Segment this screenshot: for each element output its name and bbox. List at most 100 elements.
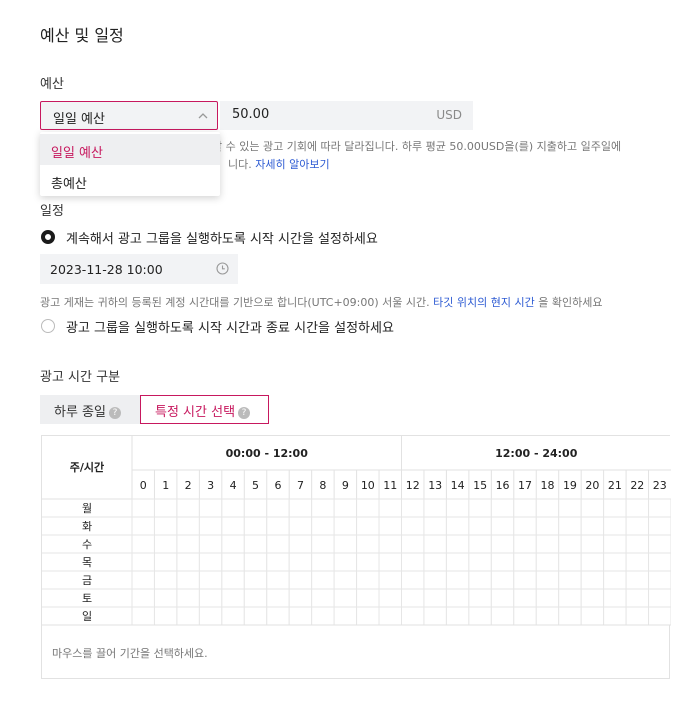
time-slot-cell[interactable] bbox=[445, 534, 470, 554]
time-slot-cell[interactable] bbox=[311, 516, 335, 536]
time-slot-cell[interactable] bbox=[221, 606, 245, 626]
time-slot-cell[interactable] bbox=[401, 516, 425, 536]
radio-continuous[interactable] bbox=[41, 230, 55, 244]
time-slot-cell[interactable] bbox=[625, 516, 650, 536]
time-slot-cell[interactable] bbox=[423, 534, 447, 554]
time-slot-cell[interactable] bbox=[131, 534, 155, 554]
time-slot-cell[interactable] bbox=[198, 552, 223, 572]
time-slot-cell[interactable] bbox=[356, 606, 380, 626]
time-slot-cell[interactable] bbox=[356, 516, 380, 536]
time-slot-cell[interactable] bbox=[603, 552, 627, 572]
time-slot-cell[interactable] bbox=[603, 588, 627, 608]
time-slot-cell[interactable] bbox=[356, 552, 380, 572]
time-slot-cell[interactable] bbox=[535, 534, 560, 554]
time-slot-cell[interactable] bbox=[243, 588, 268, 608]
time-slot-cell[interactable] bbox=[311, 552, 335, 572]
time-slot-cell[interactable] bbox=[153, 516, 178, 536]
time-slot-cell[interactable] bbox=[176, 534, 200, 554]
time-slot-cell[interactable] bbox=[378, 570, 402, 590]
time-slot-cell[interactable] bbox=[378, 516, 402, 536]
time-slot-cell[interactable] bbox=[153, 534, 178, 554]
time-slot-cell[interactable] bbox=[648, 516, 672, 536]
time-slot-cell[interactable] bbox=[603, 498, 627, 518]
time-slot-cell[interactable] bbox=[513, 498, 537, 518]
time-slot-cell[interactable] bbox=[221, 552, 245, 572]
time-slot-cell[interactable] bbox=[423, 516, 447, 536]
time-slot-cell[interactable] bbox=[513, 534, 537, 554]
time-slot-cell[interactable] bbox=[266, 606, 290, 626]
time-slot-cell[interactable] bbox=[490, 516, 515, 536]
time-slot-cell[interactable] bbox=[288, 570, 313, 590]
time-slot-cell[interactable] bbox=[648, 570, 672, 590]
time-slot-cell[interactable] bbox=[535, 588, 560, 608]
time-slot-cell[interactable] bbox=[490, 534, 515, 554]
tab-specific-time[interactable]: 특정 시간 선택? bbox=[140, 395, 269, 424]
time-slot-cell[interactable] bbox=[401, 588, 425, 608]
time-slot-cell[interactable] bbox=[445, 552, 470, 572]
time-slot-cell[interactable] bbox=[356, 534, 380, 554]
time-slot-cell[interactable] bbox=[445, 588, 470, 608]
time-slot-cell[interactable] bbox=[198, 516, 223, 536]
time-slot-cell[interactable] bbox=[356, 570, 380, 590]
time-slot-cell[interactable] bbox=[401, 498, 425, 518]
time-slot-cell[interactable] bbox=[625, 498, 650, 518]
time-slot-cell[interactable] bbox=[153, 588, 178, 608]
time-slot-cell[interactable] bbox=[401, 534, 425, 554]
time-slot-cell[interactable] bbox=[490, 570, 515, 590]
time-slot-cell[interactable] bbox=[535, 516, 560, 536]
time-slot-cell[interactable] bbox=[648, 534, 672, 554]
time-slot-cell[interactable] bbox=[558, 570, 582, 590]
time-slot-cell[interactable] bbox=[603, 606, 627, 626]
time-slot-cell[interactable] bbox=[266, 552, 290, 572]
time-slot-cell[interactable] bbox=[243, 516, 268, 536]
time-slot-cell[interactable] bbox=[490, 552, 515, 572]
time-slot-cell[interactable] bbox=[153, 570, 178, 590]
time-slot-cell[interactable] bbox=[288, 606, 313, 626]
time-slot-cell[interactable] bbox=[558, 516, 582, 536]
time-slot-cell[interactable] bbox=[198, 570, 223, 590]
time-slot-cell[interactable] bbox=[445, 606, 470, 626]
time-slot-cell[interactable] bbox=[580, 570, 605, 590]
time-slot-cell[interactable] bbox=[580, 534, 605, 554]
time-slot-cell[interactable] bbox=[513, 570, 537, 590]
time-slot-cell[interactable] bbox=[625, 570, 650, 590]
time-slot-cell[interactable] bbox=[333, 516, 358, 536]
time-slot-cell[interactable] bbox=[131, 498, 155, 518]
time-slot-cell[interactable] bbox=[198, 606, 223, 626]
time-slot-cell[interactable] bbox=[513, 552, 537, 572]
time-slot-cell[interactable] bbox=[311, 606, 335, 626]
time-slot-cell[interactable] bbox=[625, 552, 650, 572]
time-slot-cell[interactable] bbox=[468, 498, 492, 518]
time-slot-cell[interactable] bbox=[625, 588, 650, 608]
time-slot-cell[interactable] bbox=[625, 606, 650, 626]
dayparting-grid-svg[interactable]: 주/시간00:00 - 12:00 12:00 - 24:000 1 2 3 4 5 6 7 8 9… bbox=[42, 436, 672, 680]
time-slot-cell[interactable] bbox=[513, 516, 537, 536]
time-slot-cell[interactable] bbox=[423, 498, 447, 518]
time-slot-cell[interactable] bbox=[333, 606, 358, 626]
time-slot-cell[interactable] bbox=[603, 570, 627, 590]
time-slot-cell[interactable] bbox=[535, 606, 560, 626]
time-slot-cell[interactable] bbox=[221, 570, 245, 590]
time-slot-cell[interactable] bbox=[468, 534, 492, 554]
time-slot-cell[interactable] bbox=[378, 534, 402, 554]
time-slot-cell[interactable] bbox=[356, 588, 380, 608]
time-slot-cell[interactable] bbox=[445, 498, 470, 518]
budget-amount-input[interactable]: 50.00 USD bbox=[220, 101, 473, 130]
time-slot-cell[interactable] bbox=[535, 498, 560, 518]
time-slot-cell[interactable] bbox=[131, 552, 155, 572]
time-slot-cell[interactable] bbox=[333, 498, 358, 518]
time-slot-cell[interactable] bbox=[198, 534, 223, 554]
time-slot-cell[interactable] bbox=[580, 516, 605, 536]
time-slot-cell[interactable] bbox=[378, 606, 402, 626]
dropdown-option-lifetime[interactable]: 총예산 bbox=[40, 165, 220, 196]
time-slot-cell[interactable] bbox=[468, 606, 492, 626]
dayparting-grid[interactable]: 주/시간 00:00 - 12:00 12:00 - 24:00 0 1 2 3 4 5 6 7 8 9… bbox=[41, 435, 672, 680]
time-slot-cell[interactable] bbox=[176, 552, 200, 572]
learn-more-link[interactable]: 자세히 알아보기 bbox=[255, 158, 329, 171]
budget-type-select[interactable]: 일일 예산 bbox=[40, 101, 218, 130]
start-datetime-input[interactable]: 2023-11-28 10:00 bbox=[40, 254, 238, 284]
time-slot-cell[interactable] bbox=[445, 516, 470, 536]
time-slot-cell[interactable] bbox=[288, 516, 313, 536]
time-slot-cell[interactable] bbox=[490, 588, 515, 608]
time-slot-cell[interactable] bbox=[153, 552, 178, 572]
